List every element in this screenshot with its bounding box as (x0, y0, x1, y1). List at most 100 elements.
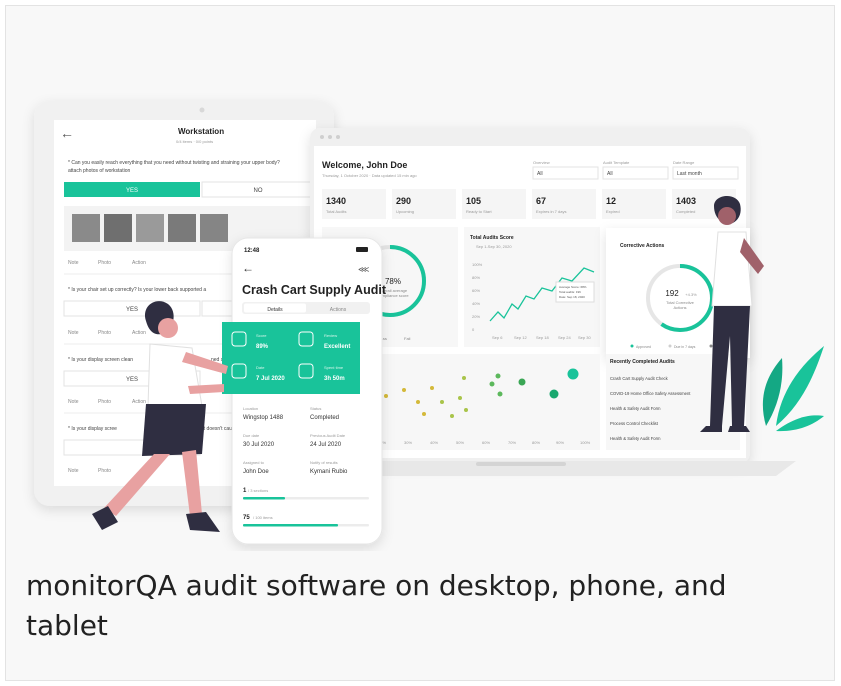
svg-text:80%: 80% (532, 440, 540, 445)
svg-text:12: 12 (606, 196, 616, 206)
notify-value: Kymani Rubio (310, 469, 348, 475)
question-3: * Is your display screen clean (68, 357, 133, 363)
recent-audit-item[interactable]: Crash Cart Supply Audit Check (610, 376, 669, 381)
svg-text:Score: Score (256, 333, 267, 338)
svg-text:100%: 100% (580, 440, 591, 445)
svg-text:Status: Status (310, 406, 321, 411)
compliance-percent: 78% (385, 277, 401, 286)
svg-text:Action: Action (132, 330, 146, 336)
time-value: 3h 50m (324, 376, 345, 382)
svg-text:Approved: Approved (636, 345, 651, 349)
sections-progress (243, 497, 285, 500)
workstation-photo[interactable] (72, 214, 100, 242)
note-action[interactable]: Note (68, 260, 79, 266)
overview-select[interactable] (532, 166, 599, 180)
workstation-photo[interactable] (200, 214, 228, 242)
svg-text:1340: 1340 (326, 196, 346, 206)
svg-text:100%: 100% (472, 262, 483, 267)
product-illustration: ← Workstation 0/4 items · 0/0 points * C… (34, 101, 824, 545)
svg-text:/ 3 sections: / 3 sections (248, 488, 268, 493)
svg-text:50%: 50% (456, 440, 464, 445)
recent-title: Recently Completed Audits (610, 359, 675, 365)
workstation-photo[interactable] (136, 214, 164, 242)
svg-text:Sep 6: Sep 6 (492, 335, 503, 340)
svg-text:Due in 7 days: Due in 7 days (674, 345, 696, 349)
photo-action[interactable]: Photo (98, 260, 111, 266)
svg-text:Date: Date (256, 365, 265, 370)
question-2: * Is your chair set up correctly? Is you… (68, 287, 206, 293)
svg-text:Ready to Start: Ready to Start (466, 209, 492, 214)
svg-text:Total audits: 196: Total audits: 196 (559, 290, 581, 294)
review-value: Excellent (324, 344, 350, 350)
svg-text:Sep 1-Sep 30, 2020: Sep 1-Sep 30, 2020 (476, 244, 512, 249)
svg-text:All: All (607, 171, 613, 177)
welcome-heading: Welcome, John Doe (322, 160, 407, 170)
svg-text:40%: 40% (430, 440, 438, 445)
workstation-photo[interactable] (168, 214, 196, 242)
filter-label: Audit Template (603, 160, 630, 165)
tab-actions[interactable]: Actions (330, 307, 347, 313)
recent-audit-item[interactable]: COVID-19 Home Office Safety Assessment (610, 391, 691, 396)
svg-text:Photo: Photo (98, 399, 111, 405)
recent-audit-item[interactable]: Health & Safety Audit Form (610, 436, 661, 441)
svg-text:Expired: Expired (606, 209, 620, 214)
svg-text:YES: YES (126, 307, 138, 313)
welcome-date: Thursday, 1 October 2020 · Data updated … (322, 173, 417, 178)
svg-text:Completed: Completed (676, 209, 695, 214)
phone-title: Crash Cart Supply Audit (242, 283, 387, 297)
svg-text:105: 105 (466, 196, 481, 206)
svg-text:Upcoming: Upcoming (396, 209, 414, 214)
svg-text:90%: 90% (556, 440, 564, 445)
svg-text:Note: Note (68, 468, 79, 474)
score-value: 89% (256, 344, 269, 350)
summary-block (222, 322, 360, 394)
svg-text:75: 75 (243, 515, 250, 521)
action-action[interactable]: Action (132, 260, 146, 266)
svg-text:Details: Details (267, 307, 283, 313)
svg-text:Due date: Due date (243, 433, 260, 438)
svg-text:Actions: Actions (673, 305, 686, 310)
share-icon[interactable]: ⋘ (358, 265, 369, 274)
plant-decoration (762, 346, 824, 432)
svg-text:YES: YES (126, 377, 138, 383)
svg-text:NO: NO (254, 188, 263, 194)
svg-text:30%: 30% (404, 440, 412, 445)
svg-text:Sep 12: Sep 12 (514, 335, 527, 340)
svg-text:Average Score: 68%: Average Score: 68% (559, 285, 587, 289)
back-arrow-icon[interactable]: ← (242, 261, 254, 275)
workstation-photo[interactable] (104, 214, 132, 242)
back-arrow-icon[interactable]: ← (60, 125, 74, 141)
date-value: 7 Jul 2020 (256, 376, 285, 382)
template-select[interactable] (602, 166, 669, 180)
question-1: * Can you easily reach everything that y… (68, 160, 280, 166)
svg-text:40%: 40% (472, 301, 480, 306)
svg-text:290: 290 (396, 196, 411, 206)
svg-text:80%: 80% (472, 275, 480, 280)
svg-text:Photo: Photo (98, 330, 111, 336)
svg-text:60%: 60% (472, 288, 480, 293)
svg-text:Date: Sep 18, 2020: Date: Sep 18, 2020 (559, 295, 585, 299)
recent-audit-item[interactable]: Health & Safety Audit Form (610, 406, 661, 411)
svg-text:+4.3%: +4.3% (685, 292, 697, 297)
figure-caption: monitorQA audit software on desktop, pho… (26, 569, 727, 642)
svg-text:Sep 24: Sep 24 (558, 335, 571, 340)
recent-audit-item[interactable]: Process Control Checklist (610, 421, 659, 426)
svg-text:60%: 60% (482, 440, 490, 445)
svg-text:67: 67 (536, 196, 546, 206)
corrective-title: Corrective Actions (620, 243, 664, 249)
figure-frame: ← Workstation 0/4 items · 0/0 points * C… (5, 5, 835, 681)
svg-text:1403: 1403 (676, 196, 696, 206)
svg-text:Photo: Photo (98, 468, 111, 474)
status-value: Completed (310, 415, 339, 421)
total-audits-title: Total Audits Score (470, 235, 514, 241)
items-progress (243, 524, 338, 527)
battery-icon (356, 247, 368, 252)
filter-label: Overview (533, 160, 550, 165)
svg-text:YES: YES (126, 188, 138, 194)
tablet-subtitle: 0/4 items · 0/0 points (176, 139, 213, 144)
svg-text:All: All (537, 171, 543, 177)
filter-label: Date Range (673, 160, 695, 165)
tablet-title: Workstation (178, 127, 224, 136)
assigned-value: John Doe (243, 469, 269, 475)
question-4: * Is your display scree (68, 426, 117, 432)
